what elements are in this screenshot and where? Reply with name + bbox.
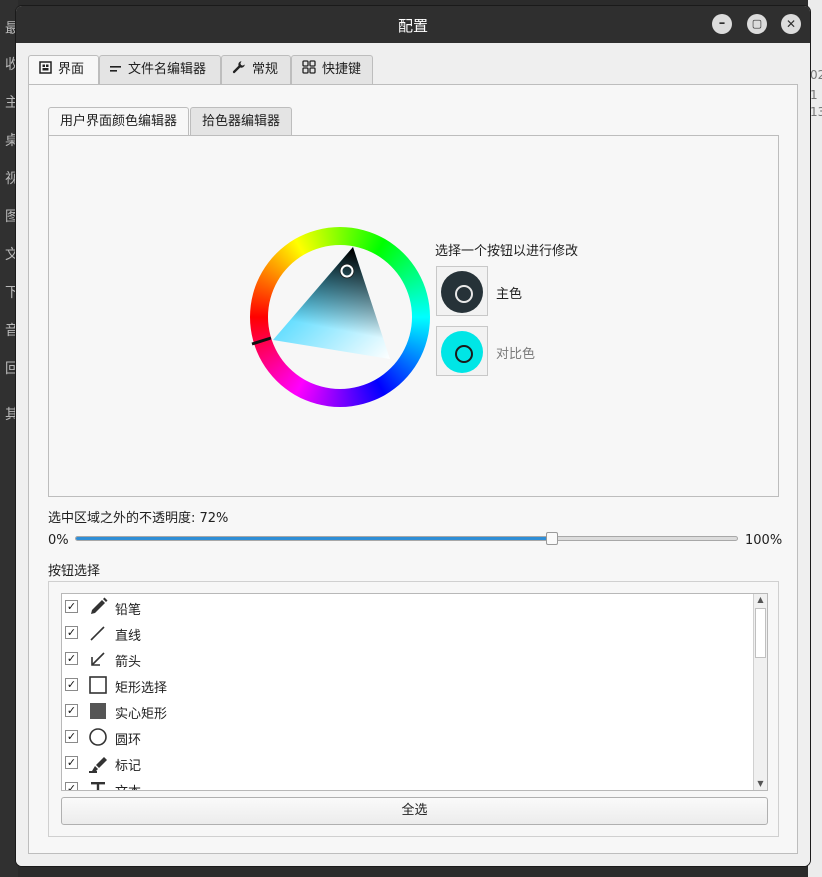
checkbox[interactable]: ✓ <box>65 626 78 639</box>
button-selection-label: 按钮选择 <box>48 564 101 579</box>
list-item-label: 矩形选择 <box>115 681 168 696</box>
contrast-color-swatch <box>441 331 483 373</box>
tab-label: 界面 <box>58 62 85 77</box>
circle-icon <box>89 728 107 746</box>
text-icon <box>91 782 105 790</box>
checkbox[interactable]: ✓ <box>65 678 78 691</box>
layout-icon <box>39 57 52 85</box>
list-item[interactable]: ✓ 文本 <box>62 776 752 790</box>
list-scrollbar[interactable]: ▲ ▼ <box>753 594 767 790</box>
tab-general[interactable]: 常规 <box>221 55 291 84</box>
bg-char: 13 <box>810 105 822 119</box>
scrollbar-thumb[interactable] <box>755 608 766 658</box>
checkbox[interactable]: ✓ <box>65 782 78 790</box>
slider-max-label: 100% <box>745 533 783 548</box>
pencil-icon <box>91 597 108 614</box>
list-item[interactable]: ✓ 铅笔 <box>62 594 752 620</box>
circle-icon <box>455 345 473 363</box>
interface-tab-panel: 用户界面颜色编辑器 拾色器编辑器 选择一个按钮以进行修改 主色 对比色 选中区域… <box>28 84 798 854</box>
contrast-color-button[interactable] <box>436 326 488 376</box>
list-item-label: 圆环 <box>115 733 142 748</box>
tab-interface[interactable]: 界面 <box>28 55 99 86</box>
list-item-label: 文本 <box>115 781 141 790</box>
title-bar[interactable]: 配置 – ▢ ✕ <box>16 6 810 43</box>
checkbox[interactable]: ✓ <box>65 704 78 717</box>
primary-color-label: 主色 <box>496 287 523 302</box>
slider-min-label: 0% <box>48 533 69 548</box>
list-item[interactable]: ✓ 箭头 <box>62 646 752 672</box>
rectangle-filled-icon <box>90 703 106 719</box>
desktop-right-background: 02 1 13 <box>808 0 822 877</box>
checkbox[interactable]: ✓ <box>65 730 78 743</box>
grid-icon <box>302 57 316 85</box>
opacity-slider-fill <box>76 537 552 540</box>
text-lines-icon <box>110 57 122 85</box>
close-button[interactable]: ✕ <box>781 14 801 34</box>
tab-ui-color-editor[interactable]: 用户界面颜色编辑器 <box>48 107 190 137</box>
scroll-up-icon[interactable]: ▲ <box>754 594 767 606</box>
contrast-color-label: 对比色 <box>496 347 536 362</box>
line-icon <box>90 626 105 641</box>
tab-shortcuts[interactable]: 快捷键 <box>291 55 373 84</box>
primary-color-swatch <box>441 271 483 313</box>
list-item-label: 直线 <box>115 629 142 644</box>
list-item[interactable]: ✓ 实心矩形 <box>62 698 752 724</box>
tab-label: 快捷键 <box>322 62 362 77</box>
list-item-label: 箭头 <box>115 655 142 670</box>
list-item[interactable]: ✓ 矩形选择 <box>62 672 752 698</box>
color-editor-panel: 选择一个按钮以进行修改 主色 对比色 <box>48 135 779 497</box>
marker-icon <box>89 757 107 773</box>
tab-filename-editor[interactable]: 文件名编辑器 <box>99 55 221 84</box>
select-button-prompt: 选择一个按钮以进行修改 <box>435 244 579 259</box>
primary-color-button[interactable] <box>436 266 488 316</box>
circle-icon <box>455 285 473 303</box>
tab-label: 文件名编辑器 <box>128 62 207 77</box>
opacity-slider[interactable] <box>75 532 738 545</box>
window-title: 配置 <box>397 17 428 35</box>
list-item-label: 实心矩形 <box>115 707 168 722</box>
tool-button-list[interactable]: ✓ 铅笔 ✓ 直线 ✓ 箭头 ✓ 矩形选择 ✓ 实心矩形 ✓ 圆环 ✓ 标记 ✓… <box>61 593 768 791</box>
list-item-label: 铅笔 <box>115 603 142 618</box>
minimize-button[interactable]: – <box>712 14 732 34</box>
window-content: 界面 文件名编辑器 常规 快捷键 用户界面颜色编辑器 拾色器编辑器 选择一个按钮… <box>16 43 810 866</box>
list-item-label: 标记 <box>115 759 142 774</box>
wrench-icon <box>232 57 246 85</box>
checkbox[interactable]: ✓ <box>65 652 78 665</box>
arrow-icon <box>91 652 105 666</box>
bg-char: 1 <box>810 88 818 102</box>
opacity-slider-handle[interactable] <box>545 532 558 545</box>
bg-char: 02 <box>810 68 822 82</box>
tab-label: 常规 <box>252 62 279 77</box>
checkbox[interactable]: ✓ <box>65 600 78 613</box>
list-item[interactable]: ✓ 直线 <box>62 620 752 646</box>
list-item[interactable]: ✓ 圆环 <box>62 724 752 750</box>
rectangle-outline-icon <box>89 676 107 694</box>
button-selection-group: ✓ 铅笔 ✓ 直线 ✓ 箭头 ✓ 矩形选择 ✓ 实心矩形 ✓ 圆环 ✓ 标记 ✓… <box>48 581 779 837</box>
maximize-button[interactable]: ▢ <box>747 14 767 34</box>
config-window: 配置 – ▢ ✕ 界面 文件名编辑器 常规 快捷键 用户界面颜色编辑器 拾色器编… <box>16 6 810 866</box>
opacity-label: 选中区域之外的不透明度: 72% <box>48 511 229 526</box>
list-item[interactable]: ✓ 标记 <box>62 750 752 776</box>
checkbox[interactable]: ✓ <box>65 756 78 769</box>
color-wheel[interactable] <box>249 226 431 408</box>
tab-picker-editor[interactable]: 拾色器编辑器 <box>190 107 293 136</box>
select-all-button[interactable]: 全选 <box>61 797 768 825</box>
scroll-down-icon[interactable]: ▼ <box>754 778 767 790</box>
